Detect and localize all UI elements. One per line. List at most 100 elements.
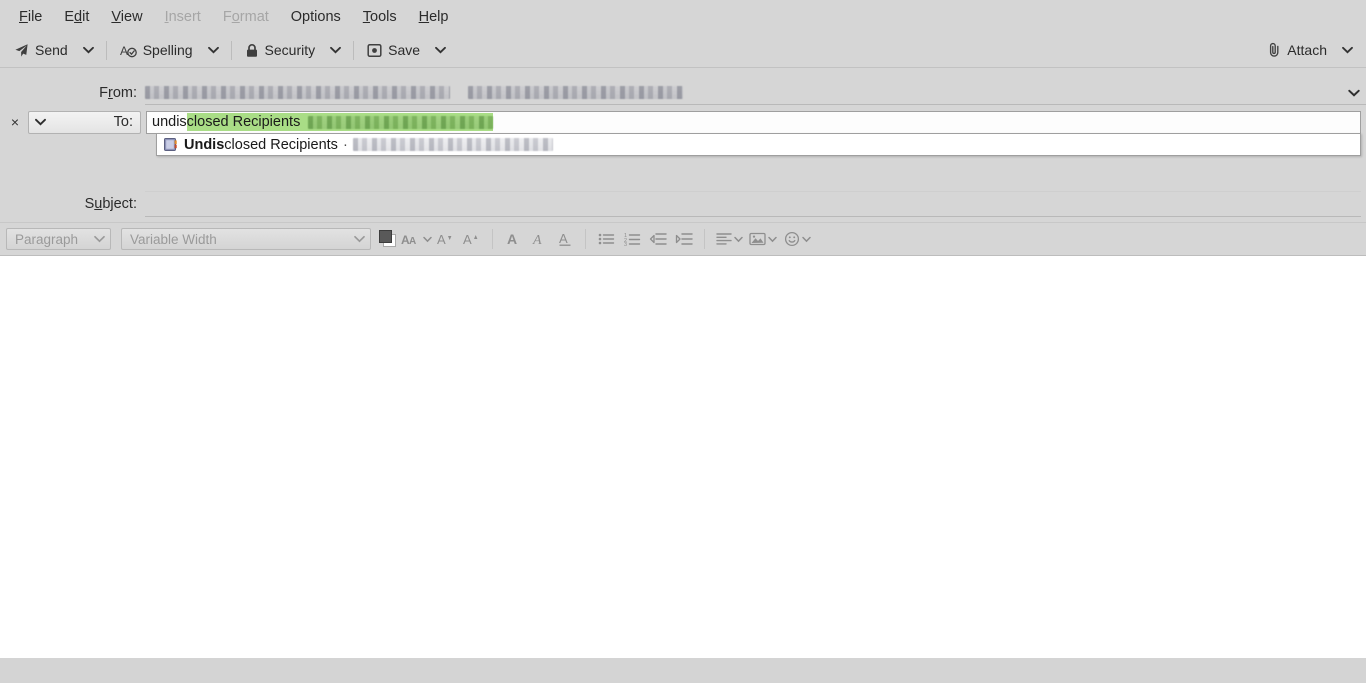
save-button[interactable]: Save: [359, 38, 428, 62]
send-dropdown[interactable]: [76, 42, 101, 58]
svg-text:A: A: [463, 232, 472, 247]
send-label: Send: [35, 42, 68, 58]
menu-item-edit[interactable]: Edit: [53, 6, 100, 28]
from-identity-redacted-name: [145, 86, 450, 99]
bold-button[interactable]: A: [500, 227, 526, 251]
underline-button[interactable]: A: [552, 227, 578, 251]
security-button[interactable]: Security: [237, 38, 324, 62]
chevron-down-icon: [435, 46, 446, 54]
chevron-down-icon: [207, 46, 219, 54]
image-icon: [749, 232, 766, 246]
recipient-type-dropdown[interactable]: To:: [28, 110, 141, 134]
increase-font-size-button[interactable]: A: [459, 227, 485, 251]
svg-text:A: A: [437, 232, 446, 247]
to-completion-text: closed Recipients: [186, 114, 301, 130]
font-color-dropdown-button[interactable]: A A: [399, 227, 433, 251]
chevron-down-icon: [1342, 46, 1353, 54]
subject-label: Subject:: [84, 196, 137, 212]
spelling-button[interactable]: A Spelling: [112, 38, 201, 62]
bold-icon: A: [505, 231, 521, 247]
send-group: Send: [6, 38, 101, 62]
to-recipient-input[interactable]: undis closed Recipients: [146, 110, 1361, 134]
send-button[interactable]: Send: [6, 38, 76, 62]
font-family-value: Variable Width: [130, 231, 217, 247]
italic-icon: A: [531, 231, 547, 247]
italic-button[interactable]: A: [526, 227, 552, 251]
menu-bar: File Edit View Insert Format Options Too…: [0, 0, 1366, 33]
subject-row: Subject:: [0, 191, 1366, 217]
paperclip-icon: [1268, 42, 1281, 58]
attach-dropdown[interactable]: [1335, 42, 1360, 58]
remove-recipient-row-button[interactable]: ×: [4, 111, 26, 133]
menu-item-options[interactable]: Options: [280, 6, 352, 28]
chevron-down-icon[interactable]: [1348, 89, 1360, 97]
smaller-text-icon: A: [437, 232, 455, 247]
chevron-down-icon: [35, 118, 46, 126]
numbered-list-button[interactable]: 1 2 3: [619, 227, 645, 251]
outdent-icon: [649, 232, 667, 246]
align-left-icon: [715, 232, 732, 246]
spellcheck-icon: A: [120, 43, 137, 58]
message-body-editor[interactable]: [0, 256, 1366, 658]
save-group: Save: [359, 38, 453, 62]
format-separator-1: [492, 229, 493, 249]
security-dropdown[interactable]: [323, 42, 348, 58]
chevron-down-icon: [768, 236, 777, 243]
from-identity-redacted-address: [468, 86, 683, 99]
compose-window: File Edit View Insert Format Options Too…: [0, 0, 1366, 683]
outdent-button[interactable]: [645, 227, 671, 251]
menu-item-format: Format: [222, 8, 269, 25]
attach-label: Attach: [1287, 42, 1327, 58]
align-dropdown-button[interactable]: [712, 227, 746, 251]
subject-input[interactable]: [145, 191, 1361, 217]
paragraph-style-dropdown[interactable]: Paragraph: [6, 228, 111, 250]
bulleted-list-button[interactable]: [593, 227, 619, 251]
menu-item-file[interactable]: File: [8, 6, 53, 28]
chevron-down-icon: [330, 46, 342, 54]
svg-text:A: A: [507, 231, 517, 247]
toolbar-separator-1: [105, 40, 107, 60]
svg-text:A: A: [532, 233, 542, 247]
security-group: Security: [237, 38, 349, 62]
security-label: Security: [264, 42, 316, 58]
font-color-icon: A A: [401, 232, 421, 247]
numbered-list-icon: 1 2 3: [624, 232, 641, 246]
svg-text:A: A: [559, 231, 568, 246]
spelling-dropdown[interactable]: [201, 42, 226, 58]
larger-text-icon: A: [463, 232, 481, 247]
status-bar: [0, 658, 1366, 683]
paragraph-style-value: Paragraph: [15, 231, 79, 247]
font-family-dropdown[interactable]: Variable Width: [121, 228, 371, 250]
text-color-swatch[interactable]: [379, 229, 399, 249]
autocomplete-item-text: Undis closed Recipients ·: [184, 137, 553, 153]
decrease-font-size-button[interactable]: A: [433, 227, 459, 251]
from-row: From:: [0, 80, 1366, 106]
svg-text:3: 3: [624, 242, 627, 246]
chevron-down-icon: [94, 235, 105, 243]
insert-image-dropdown-button[interactable]: [746, 227, 780, 251]
autocomplete-item[interactable]: Undis closed Recipients ·: [157, 134, 1360, 155]
save-dropdown[interactable]: [428, 42, 453, 58]
save-label: Save: [388, 42, 421, 58]
toolbar-separator-2: [230, 40, 232, 60]
menu-item-help[interactable]: Help: [408, 6, 460, 28]
underline-icon: A: [557, 231, 573, 247]
spelling-label: Spelling: [142, 42, 193, 58]
recipient-autocomplete-popup: Undis closed Recipients ·: [156, 133, 1361, 156]
chevron-down-icon: [82, 46, 94, 54]
spelling-group: A Spelling: [112, 38, 226, 62]
from-label: From:: [99, 85, 137, 101]
autocomplete-separator: ·: [342, 136, 348, 153]
indent-button[interactable]: [671, 227, 697, 251]
paper-plane-icon: [14, 43, 29, 58]
menu-item-tools[interactable]: Tools: [352, 6, 408, 28]
to-row: × To: undis closed Recipients: [0, 109, 1366, 135]
svg-text:A: A: [120, 44, 128, 58]
to-autocompleted-selection: closed Recipients: [186, 113, 494, 131]
attach-group: Attach: [1260, 38, 1360, 62]
insert-emoticon-dropdown-button[interactable]: [780, 227, 814, 251]
floppy-disk-icon: [367, 43, 382, 58]
from-identity-selector[interactable]: [145, 81, 1366, 105]
attach-button[interactable]: Attach: [1260, 38, 1335, 62]
menu-item-view[interactable]: View: [100, 6, 153, 28]
